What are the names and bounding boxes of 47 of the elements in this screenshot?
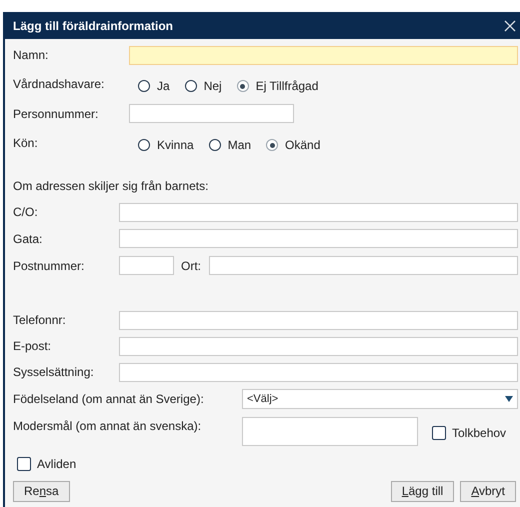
dropdown-arrow-icon	[505, 396, 513, 402]
text-field[interactable]	[129, 46, 518, 64]
field-label: E-post:	[13, 338, 52, 355]
radio-button[interactable]	[266, 139, 278, 151]
radio-button[interactable]	[236, 80, 249, 92]
text-field[interactable]	[119, 310, 518, 330]
checkbox-label: Avliden	[37, 456, 76, 472]
text-field[interactable]	[119, 336, 518, 356]
radio-button[interactable]	[138, 139, 150, 151]
radio-label: Man	[228, 137, 252, 154]
checkbox[interactable]	[432, 426, 446, 440]
text-field[interactable]	[119, 229, 518, 248]
field-label: Telefonnr:	[13, 312, 67, 329]
field-label: Födelseland (om annat än Sverige):	[13, 391, 205, 408]
field-label: Vårdnadshavare:	[13, 76, 106, 93]
radio-button[interactable]	[208, 139, 221, 151]
checkbox-label: Tolkbehov	[452, 425, 506, 442]
dialog-button[interactable]: Lägg till	[390, 480, 454, 502]
text-field[interactable]	[119, 362, 518, 382]
text-field[interactable]	[209, 256, 518, 275]
field-label: Kön:	[13, 135, 39, 152]
radio-label: Okänd	[285, 137, 320, 154]
radio-button[interactable]	[138, 80, 150, 92]
text-field[interactable]	[242, 417, 418, 446]
dropdown[interactable]: <Välj>	[242, 389, 518, 409]
window-title: Lägg till föräldrainformation	[13, 18, 174, 34]
field-label: C/O:	[13, 204, 39, 221]
field-label: Postnummer:	[13, 258, 86, 274]
radio-label: Kvinna	[157, 137, 194, 154]
radio-label: Ja	[157, 78, 170, 95]
field-label: Modersmål (om annat än svenska):	[13, 418, 202, 435]
radio-label: Nej	[204, 78, 222, 95]
text-field[interactable]	[119, 256, 174, 275]
field-label: Personnummer:	[13, 106, 100, 122]
text-field[interactable]	[119, 202, 518, 222]
dialog-button[interactable]: Avbryt	[460, 480, 516, 502]
field-label: Namn:	[13, 47, 50, 64]
text-field[interactable]	[129, 104, 294, 123]
radio-button[interactable]	[184, 80, 197, 92]
section-heading: Om adressen skiljer sig från barnets:	[13, 178, 208, 195]
radio-label: Ej Tillfrågad	[256, 78, 318, 95]
checkbox[interactable]	[17, 456, 31, 470]
field-label: Gata:	[13, 230, 44, 248]
dialog-button[interactable]: Rensa	[13, 480, 70, 502]
field-label: Sysselsättning:	[13, 364, 95, 381]
close-icon[interactable]	[504, 20, 516, 32]
field-label: Ort:	[181, 258, 201, 274]
